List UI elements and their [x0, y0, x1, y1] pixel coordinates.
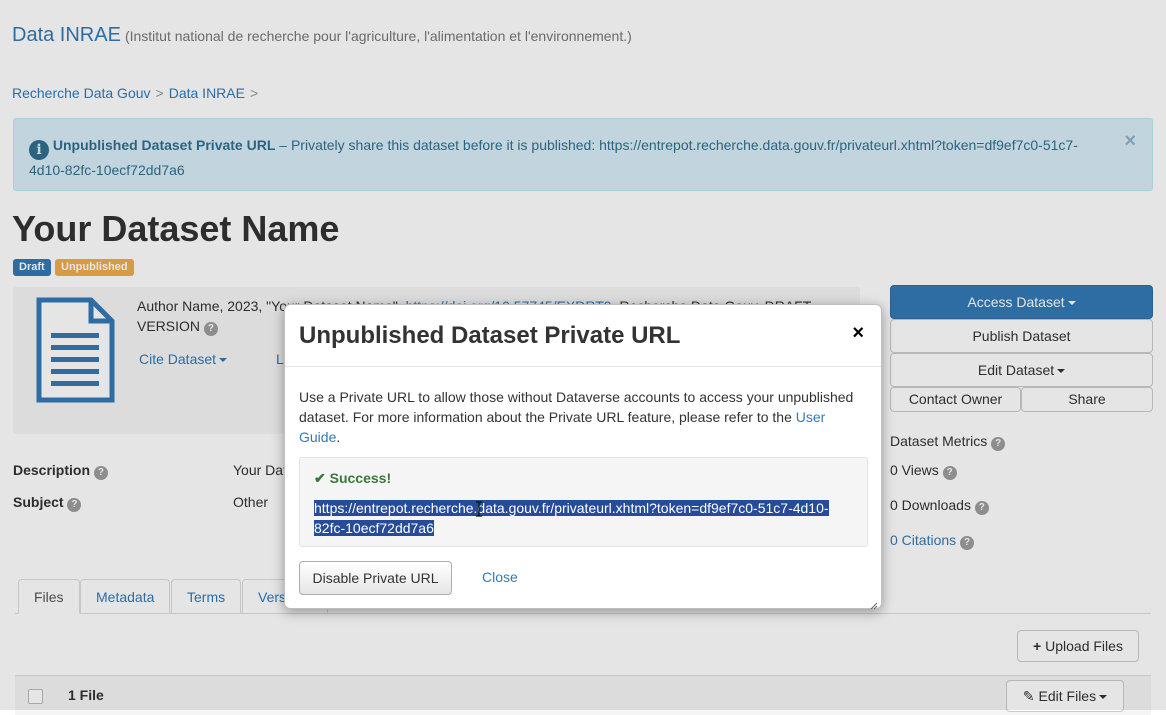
modal-title: Unpublished Dataset Private URL	[299, 322, 681, 349]
success-message: ✔ Success!	[314, 470, 391, 487]
private-url-panel: ✔ Success! https://entrepot.recherche.da…	[299, 457, 868, 547]
modal-divider	[285, 366, 881, 367]
modal-description: Use a Private URL to allow those without…	[299, 387, 869, 447]
modal-description-end: .	[336, 429, 341, 445]
modal-description-text: Use a Private URL to allow those without…	[299, 389, 854, 425]
close-modal-link[interactable]: Close	[482, 569, 518, 585]
resize-handle-icon[interactable]	[870, 597, 878, 610]
text-cursor-icon	[475, 501, 483, 517]
success-text: Success!	[329, 470, 392, 486]
private-url-modal: Unpublished Dataset Private URL × Use a …	[284, 304, 882, 610]
private-url-text[interactable]: https://entrepot.recherche.data.gouv.fr/…	[314, 498, 844, 538]
disable-private-url-button[interactable]: Disable Private URL	[299, 561, 452, 595]
close-icon[interactable]: ×	[852, 323, 864, 343]
private-url-value[interactable]: https://entrepot.recherche.data.gouv.fr/…	[314, 500, 829, 536]
checkmark-icon: ✔	[314, 470, 326, 486]
